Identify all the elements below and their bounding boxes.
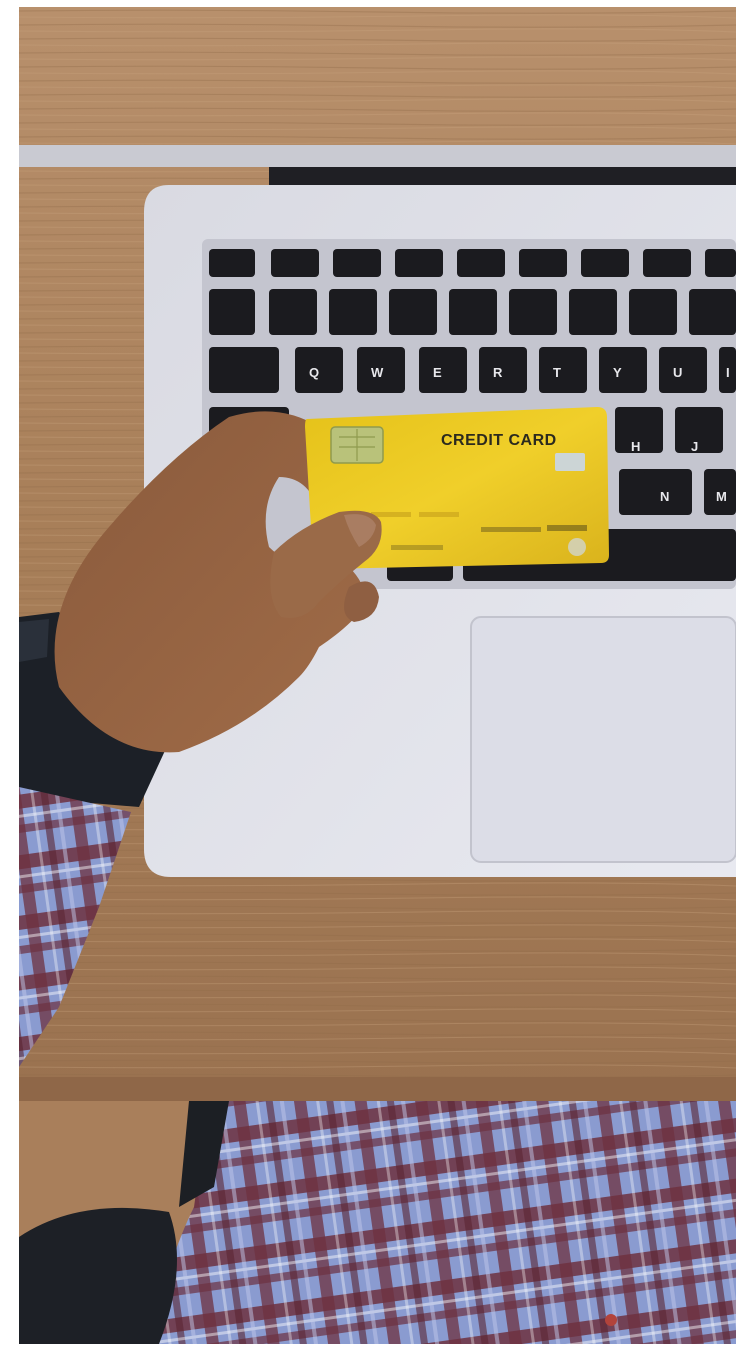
key-j-label: J [691, 439, 698, 454]
key-e-label: E [433, 365, 442, 380]
photo-canvas: Q W E R T Y U I H J N M CREDIT CARD [19, 7, 736, 1344]
key-r-label: R [493, 365, 503, 380]
knee [19, 1207, 177, 1344]
key-t-label: T [553, 365, 561, 380]
key-y-label: Y [613, 365, 622, 380]
key-n-label: N [660, 489, 669, 504]
trackpad [470, 616, 736, 863]
key-m-label: M [716, 489, 727, 504]
key-w-label: W [371, 365, 384, 380]
lap-shirt [149, 1101, 736, 1344]
number-row [209, 289, 736, 335]
card-title: CREDIT CARD [441, 432, 557, 449]
photo-frame: Q W E R T Y U I H J N M CREDIT CARD [19, 7, 736, 1344]
key-q-label: Q [309, 365, 319, 380]
card-hologram-icon [555, 453, 585, 471]
card-logo-icon [568, 538, 586, 556]
key-u-label: U [673, 365, 682, 380]
bottom-letter-row: N M [619, 469, 736, 515]
function-row [209, 249, 736, 277]
key-i-label: I [726, 365, 730, 380]
key-h-label: H [631, 439, 640, 454]
shirt-button-icon [605, 1314, 617, 1326]
